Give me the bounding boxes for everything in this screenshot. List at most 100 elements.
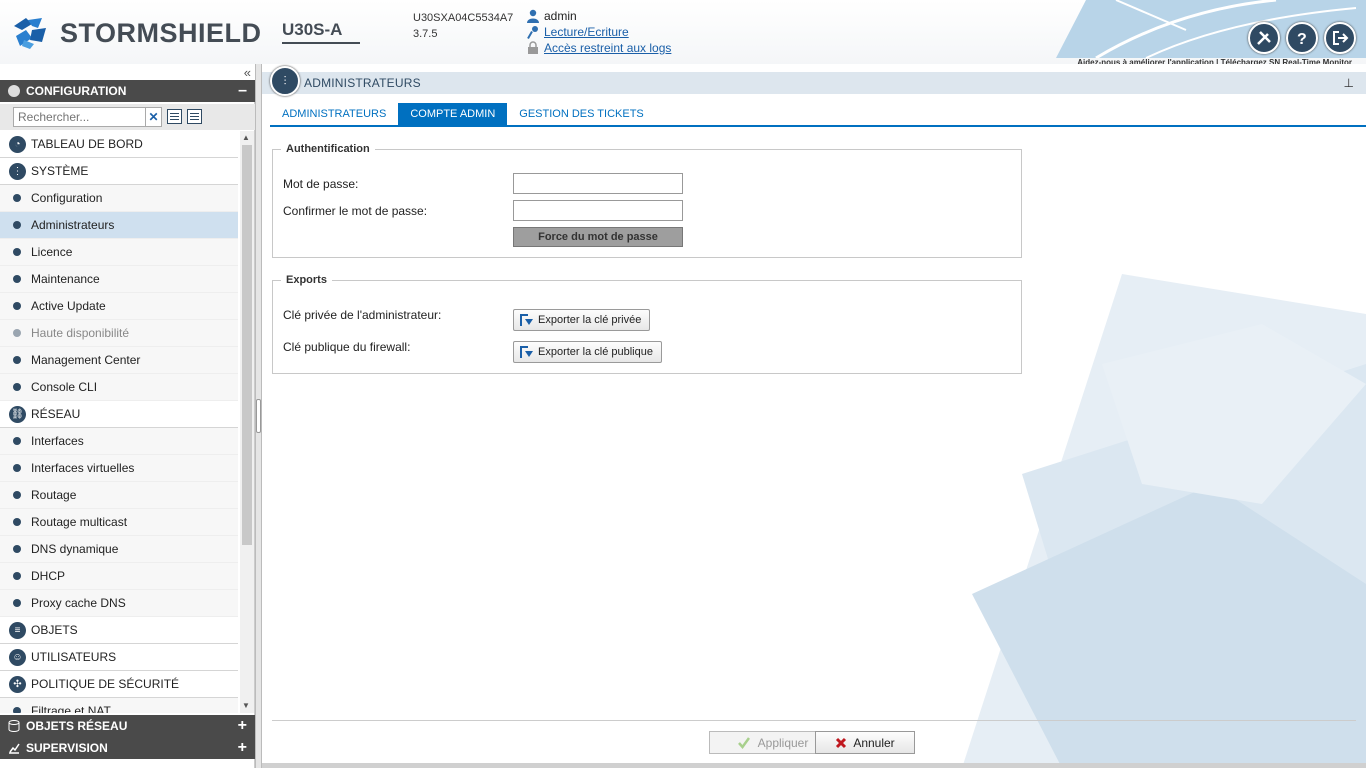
apply-label: Appliquer xyxy=(757,735,809,750)
nav-item-label: Licence xyxy=(31,245,73,259)
nav-item-label: UTILISATEURS xyxy=(31,650,117,664)
search-row: ✕ xyxy=(0,104,255,130)
dashboard-icon: ◔ xyxy=(9,135,26,153)
nav-dhcp[interactable]: DHCP xyxy=(0,563,238,590)
nav-proxy-cache-dns[interactable]: Proxy cache DNS xyxy=(0,590,238,617)
export-public-key-button[interactable]: Exporter la clé publique xyxy=(513,341,662,363)
nav-item-label: Interfaces virtuelles xyxy=(31,461,135,475)
splitter-handle[interactable] xyxy=(256,399,261,433)
password-field[interactable] xyxy=(513,173,683,194)
cancel-button[interactable]: Annuler xyxy=(815,731,915,754)
user-icon xyxy=(527,9,539,23)
nav-dns-dynamique[interactable]: DNS dynamique xyxy=(0,536,238,563)
nav-maintenance[interactable]: Maintenance xyxy=(0,266,238,293)
scrollbar-thumb[interactable] xyxy=(242,145,252,545)
nav-item-label: Routage xyxy=(31,488,77,502)
section-configuration[interactable]: CONFIGURATION – xyxy=(0,80,255,102)
scroll-down-icon[interactable]: ▼ xyxy=(242,701,250,710)
network-icon: ⛓ xyxy=(9,405,26,423)
bullet-icon xyxy=(13,275,21,283)
section-objets-reseau[interactable]: OBJETS RÉSEAU + xyxy=(0,715,255,737)
nav-active-update[interactable]: Active Update xyxy=(0,293,238,320)
nav-interfaces-virtuelles[interactable]: Interfaces virtuelles xyxy=(0,455,238,482)
logout-icon[interactable] xyxy=(1324,22,1356,54)
expand-section-icon[interactable]: + xyxy=(238,739,247,757)
nav-item-label: Filtrage et NAT xyxy=(31,704,111,713)
nav-tableau-de-bord[interactable]: ◔ TABLEAU DE BORD xyxy=(0,131,238,158)
configuration-icon xyxy=(8,85,20,97)
nav-licence[interactable]: Licence xyxy=(0,239,238,266)
nav-management-center[interactable]: Management Center xyxy=(0,347,238,374)
model-name: U30S-A xyxy=(282,20,360,44)
administrators-icon: ⫶ xyxy=(270,66,300,96)
scroll-up-icon[interactable]: ▲ xyxy=(242,133,250,142)
export-public-key-label: Exporter la clé publique xyxy=(538,346,653,358)
security-policy-icon: ✣ xyxy=(9,675,26,693)
collapse-sidebar-icon[interactable]: « xyxy=(244,65,251,80)
panel-splitter[interactable] xyxy=(255,64,262,768)
bullet-icon xyxy=(13,518,21,526)
bullet-icon xyxy=(13,572,21,580)
nav-routage[interactable]: Routage xyxy=(0,482,238,509)
nav-systeme[interactable]: ⋮ SYSTÈME xyxy=(0,158,238,185)
search-input[interactable] xyxy=(13,107,146,127)
private-key-label: Clé privée de l'administrateur: xyxy=(283,308,442,322)
rights-link[interactable]: Lecture/Ecriture xyxy=(544,24,629,40)
confirm-password-field[interactable] xyxy=(513,200,683,221)
tree-view-icon[interactable] xyxy=(187,109,202,124)
nav-filtrage-nat[interactable]: Filtrage et NAT xyxy=(0,698,238,713)
nav-haute-disponibilite[interactable]: Haute disponibilité xyxy=(0,320,238,347)
sidebar: « CONFIGURATION – ✕ ◔ TABLEAU DE BORD ⋮ … xyxy=(0,64,255,768)
firmware-version: 3.7.5 xyxy=(413,28,438,40)
sidebar-scrollbar[interactable]: ▲ ▼ xyxy=(240,131,254,713)
svg-text:?: ? xyxy=(1297,31,1307,47)
nav-utilisateurs[interactable]: ☺ UTILISATEURS xyxy=(0,644,238,671)
export-private-key-label: Exporter la clé privée xyxy=(538,314,642,326)
nav-item-label: DHCP xyxy=(31,569,66,583)
nav-reseau[interactable]: ⛓ RÉSEAU xyxy=(0,401,238,428)
section-objets-reseau-label: OBJETS RÉSEAU xyxy=(26,719,128,733)
tools-icon[interactable] xyxy=(1248,22,1280,54)
tab-gestion-tickets[interactable]: GESTION DES TICKETS xyxy=(507,103,656,125)
help-icon[interactable]: ? xyxy=(1286,22,1318,54)
nav-item-label: SYSTÈME xyxy=(31,164,89,178)
list-view-icon[interactable] xyxy=(167,109,182,124)
nav-politique-securite[interactable]: ✣ POLITIQUE DE SÉCURITÉ xyxy=(0,671,238,698)
check-icon xyxy=(737,736,750,749)
section-supervision[interactable]: SUPERVISION + xyxy=(0,737,255,759)
tab-compte-admin[interactable]: COMPTE ADMIN xyxy=(398,103,508,125)
nav-item-label: Haute disponibilité xyxy=(31,326,130,340)
nav-console-cli[interactable]: Console CLI xyxy=(0,374,238,401)
nav-item-label: TABLEAU DE BORD xyxy=(31,137,143,151)
bottom-bar xyxy=(262,763,1366,768)
bullet-icon xyxy=(13,383,21,391)
header: STORMSHIELD U30S-A U30SXA04C5534A7 3.7.5… xyxy=(0,0,1366,72)
bullet-icon xyxy=(13,599,21,607)
serial-number: U30SXA04C5534A7 xyxy=(413,12,514,24)
tab-administrateurs[interactable]: ADMINISTRATEURS xyxy=(270,103,398,125)
expand-section-icon[interactable]: + xyxy=(238,717,247,735)
bullet-icon xyxy=(13,329,21,337)
collapse-section-icon[interactable]: – xyxy=(238,82,247,100)
nav-objets[interactable]: ≡ OBJETS xyxy=(0,617,238,644)
export-private-key-button[interactable]: Exporter la clé privée xyxy=(513,309,651,331)
nav-item-label: Active Update xyxy=(31,299,106,313)
export-icon xyxy=(520,346,533,358)
exports-fieldset: Exports Clé privée de l'administrateur: … xyxy=(272,274,1022,374)
pin-icon[interactable]: ⊥ xyxy=(1344,76,1354,90)
nav-administrateurs[interactable]: Administrateurs xyxy=(0,212,238,239)
cross-icon xyxy=(836,737,847,748)
brand-name: STORMSHIELD xyxy=(60,17,262,48)
nav-configuration[interactable]: Configuration xyxy=(0,185,238,212)
clear-search-icon[interactable]: ✕ xyxy=(146,107,162,127)
bullet-icon xyxy=(13,545,21,553)
nav-interfaces[interactable]: Interfaces xyxy=(0,428,238,455)
username: admin xyxy=(544,9,577,23)
nav-item-label: POLITIQUE DE SÉCURITÉ xyxy=(31,677,180,691)
stormshield-logo-icon xyxy=(14,18,46,49)
database-icon xyxy=(8,720,20,732)
nav-item-label: Interfaces xyxy=(31,434,84,448)
section-configuration-label: CONFIGURATION xyxy=(26,84,127,98)
logs-access-link[interactable]: Accès restreint aux logs xyxy=(544,40,671,56)
nav-routage-multicast[interactable]: Routage multicast xyxy=(0,509,238,536)
